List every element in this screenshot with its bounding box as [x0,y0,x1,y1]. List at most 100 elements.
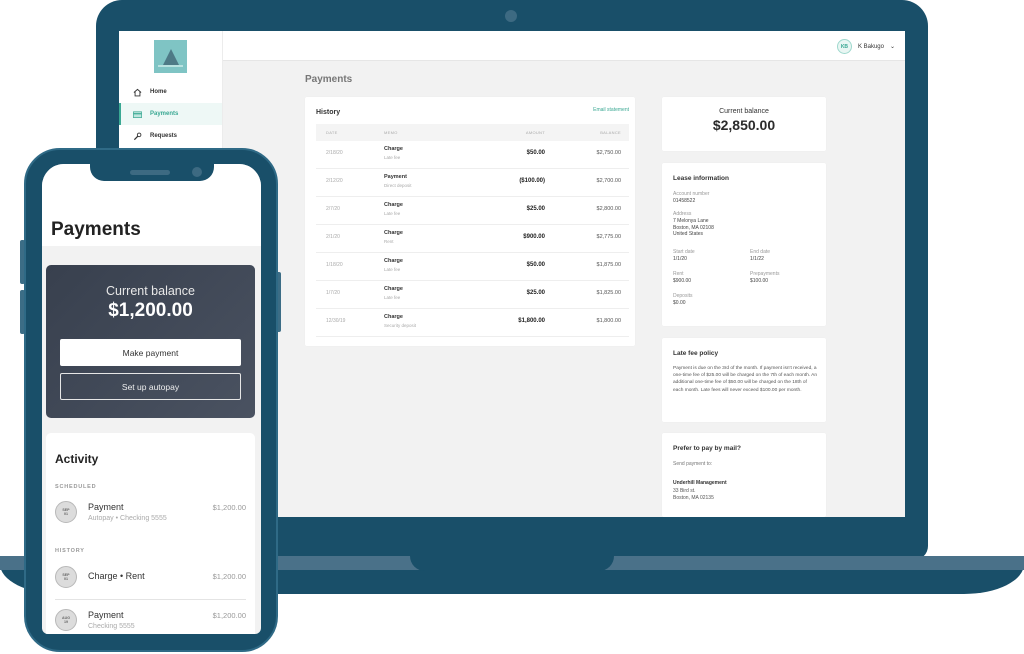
activity-card: Activity SCHEDULED SEP 01 Payment Autopa… [46,433,255,634]
deposits-field: Deposits $0.00 [673,293,692,307]
logo-band [158,65,183,67]
history-card: History Email statement DATE MEMO AMOUNT… [305,97,635,346]
sidebar-item-requests[interactable]: Requests [119,125,222,147]
table-header: DATE MEMO AMOUNT BALANCE [316,124,629,141]
list-item[interactable]: AUG 19 Payment Checking 5555 $1,200.00 [55,607,246,634]
activity-amount: $1,200.00 [212,611,246,620]
lease-title: Lease information [673,175,729,182]
row-memo: Rent [384,239,394,244]
activity-name: Payment [88,502,124,512]
history-section-label: HISTORY [55,548,85,554]
mountain-logo-icon [162,49,179,65]
chevron-down-icon: ⌄ [889,44,895,50]
address-line: Boston, MA 02135 [673,495,714,501]
badge-day: 19 [64,620,68,624]
row-type: Charge [384,286,403,292]
home-icon [133,88,142,97]
sidebar-item-home[interactable]: Home [119,81,222,103]
row-memo: Security deposit [384,323,417,328]
table-row[interactable]: 2/12/20 Payment Direct deposit ($100.00)… [316,169,629,197]
field-label: End date [750,249,771,255]
user-menu[interactable]: KB K Bakugo ⌄ [836,39,895,54]
row-type: Payment [384,174,407,180]
make-payment-button[interactable]: Make payment [60,339,241,366]
table-row[interactable]: 2/1/20 Charge Rent $900.00 $2,775.00 [316,225,629,253]
wrench-icon [133,132,142,141]
history-rows: 2/18/20 Charge Late fee $50.00 $2,750.00… [316,141,629,337]
row-date: 1/7/20 [326,290,340,296]
table-row[interactable]: 1/18/20 Charge Late fee $50.00 $1,875.00 [316,253,629,281]
avatar: KB [836,39,852,54]
row-balance: $2,800.00 [596,206,621,212]
table-row[interactable]: 1/7/20 Charge Late fee $25.00 $1,825.00 [316,281,629,309]
page-title: Payments [305,74,353,85]
field-value: $0.00 [673,300,686,306]
date-badge: SEP 01 [55,501,77,523]
table-row[interactable]: 2/18/20 Charge Late fee $50.00 $2,750.00 [316,141,629,169]
table-row[interactable]: 12/30/19 Charge Security deposit $1,800.… [316,309,629,337]
pay-by-mail-card: Prefer to pay by mail? Send payment to: … [662,433,826,517]
field-value: $100.00 [750,278,769,284]
row-balance: $1,825.00 [596,290,621,296]
late-fee-title: Late fee policy [673,350,719,357]
end-date-field: End date 1/1/22 [750,249,770,263]
field-value: $900.00 [673,278,692,284]
laptop-trackpad-notch [410,556,614,571]
divider [55,599,246,600]
row-memo: Late fee [384,267,401,272]
history-title: History [316,109,341,116]
prepayments-field: Prepayments $100.00 [750,271,779,285]
column-header-date[interactable]: DATE [326,130,338,135]
row-type: Charge [384,230,403,236]
mail-title: Prefer to pay by mail? [673,445,741,452]
row-balance: $2,775.00 [596,234,621,240]
balance-value: $2,850.00 [712,117,776,133]
field-value: 1/1/20 [673,256,687,262]
activity-sub: Checking 5555 [88,623,135,630]
badge-day: 01 [64,577,68,581]
row-balance: $2,750.00 [596,150,621,156]
logo[interactable] [154,40,187,73]
field-value: 01458522 [673,198,696,204]
column-header-amount[interactable]: AMOUNT [526,130,545,135]
phone-notch [90,164,214,181]
setup-autopay-button[interactable]: Set up autopay [60,373,241,400]
scheduled-section-label: SCHEDULED [55,484,97,490]
field-label: Prepayments [750,271,780,277]
row-date: 12/30/19 [326,318,346,324]
late-fee-policy-card: Late fee policy Payment is due on the 3r… [662,338,826,422]
badge-day: 01 [64,512,68,516]
activity-title: Activity [55,452,99,466]
row-balance: $1,800.00 [596,318,621,324]
lease-information-card: Lease information Account number 0145852… [662,163,826,326]
sidebar-item-label: Home [150,89,167,95]
column-header-balance[interactable]: BALANCE [600,130,621,135]
mail-send-to: Send payment to: [673,461,713,467]
list-item[interactable]: SEP 01 Payment Autopay • Checking 5555 $… [55,499,246,529]
late-fee-text: Payment is due on the 3rd of the month. … [673,366,818,393]
activity-amount: $1,200.00 [212,572,246,581]
email-statement-link[interactable]: Email statement [593,107,629,113]
phone-camera [192,167,202,177]
sidebar-item-label: Requests [150,133,178,139]
date-badge: SEP 01 [55,566,77,588]
row-date: 2/18/20 [326,150,343,156]
row-balance: $1,875.00 [596,262,621,268]
sidebar-nav: Home Payments Requests [119,81,222,147]
mobile-balance-card: Current balance $1,200.00 Make payment S… [46,265,255,418]
column-header-memo[interactable]: MEMO [384,130,398,135]
balance-label: Current balance [719,108,769,115]
sidebar-item-payments[interactable]: Payments [119,103,222,125]
row-type: Charge [384,202,403,208]
row-type: Charge [384,146,403,152]
field-label: Address [673,211,692,217]
field-label: Rent [673,271,684,277]
address-field: Address 7 Melonya Lane Boston, MA 02108 … [673,211,714,238]
list-item[interactable]: SEP 01 Charge • Rent $1,200.00 [55,564,246,594]
date-badge: AUG 19 [55,609,77,631]
phone-speaker [130,170,170,175]
user-name: K Bakugo [857,43,884,50]
table-row[interactable]: 2/7/20 Charge Late fee $25.00 $2,800.00 [316,197,629,225]
row-date: 2/7/20 [326,206,340,212]
row-amount: $50.00 [526,150,545,156]
